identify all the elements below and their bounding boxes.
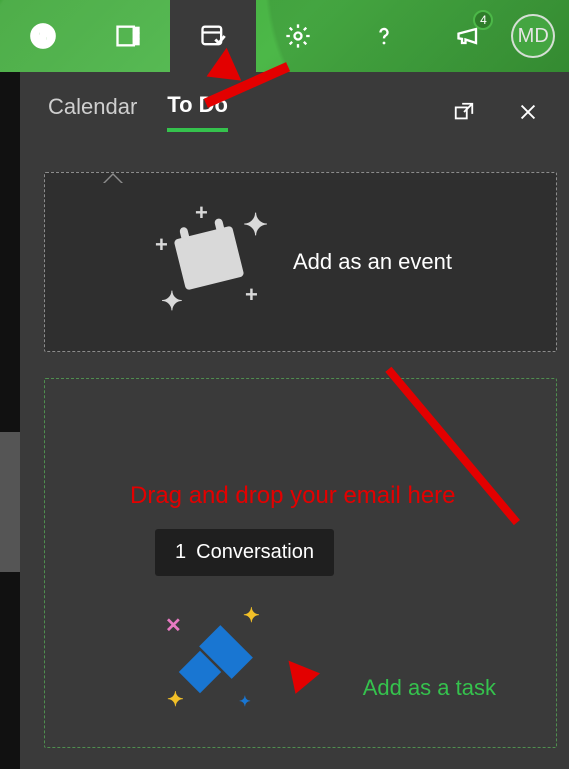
drag-preview-badge: 1 Conversation (155, 529, 334, 576)
account-avatar[interactable]: MD (511, 14, 555, 58)
todo-sparkle-icon: ✕ ✦ ✦ ✦ (165, 607, 285, 717)
add-as-event-dropzone[interactable]: + + ✦ ✦ + Add as an event (44, 172, 557, 352)
skype-icon[interactable]: S (0, 0, 85, 72)
event-zone-label: Add as an event (293, 249, 452, 275)
my-day-panel: Calendar To Do + + ✦ ✦ + Add as an event… (20, 72, 569, 769)
megaphone-icon[interactable]: 4 (426, 0, 511, 72)
svg-text:S: S (37, 26, 49, 46)
task-zone-label: Add as a task (363, 675, 496, 701)
tab-calendar[interactable]: Calendar (48, 94, 137, 130)
drag-text: Conversation (196, 541, 314, 564)
drag-count: 1 (175, 541, 186, 564)
settings-icon[interactable] (256, 0, 341, 72)
tab-todo[interactable]: To Do (167, 92, 228, 132)
background-content-sliver (0, 72, 20, 769)
todo-icon[interactable] (170, 0, 255, 72)
suite-header: S 4 MD (0, 0, 569, 72)
add-as-task-dropzone[interactable]: 1 Conversation ✕ ✦ ✦ ✦ Add as a task (44, 378, 557, 748)
calendar-sparkle-icon: + + ✦ ✦ + (149, 202, 269, 322)
popout-icon[interactable] (447, 95, 481, 129)
panel-tabs: Calendar To Do (20, 72, 569, 148)
onenote-icon[interactable] (85, 0, 170, 72)
notification-badge: 4 (473, 10, 493, 30)
help-icon[interactable] (341, 0, 426, 72)
close-icon[interactable] (511, 95, 545, 129)
